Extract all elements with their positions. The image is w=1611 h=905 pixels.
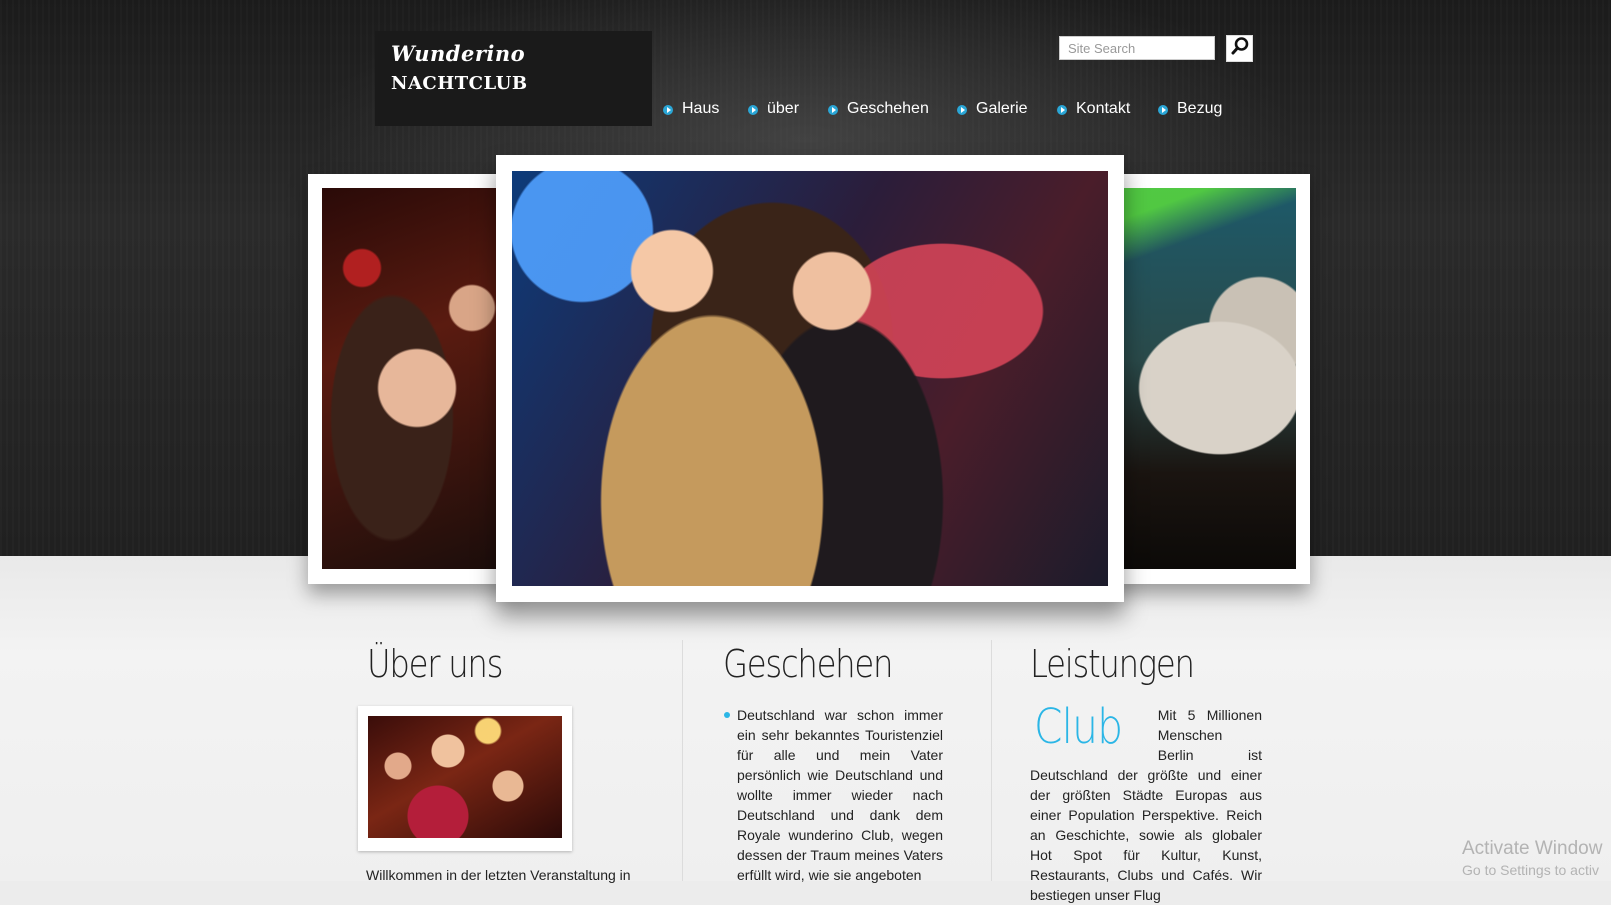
nav-item-bezug[interactable]: Bezug	[1158, 100, 1222, 118]
nav-label: Haus	[682, 100, 720, 117]
list-bullet-icon	[724, 712, 730, 718]
nav-item-galerie[interactable]: Galerie	[957, 100, 1028, 118]
search-icon	[1230, 36, 1250, 61]
activate-windows-subtext: Go to Settings to activ	[1462, 862, 1599, 878]
site-logo[interactable]: Wunderino NACHTCLUB	[375, 31, 652, 126]
slider-image-right	[1110, 188, 1296, 569]
slider-image-left	[322, 188, 520, 569]
about-image	[368, 716, 562, 838]
events-text: Deutschland war schon immer ein sehr bek…	[737, 707, 943, 883]
column-divider	[991, 640, 992, 881]
nav-item-kontakt[interactable]: Kontakt	[1057, 100, 1130, 118]
nav-bullet-icon	[957, 105, 967, 115]
logo-title: Wunderino	[391, 41, 526, 66]
search-button[interactable]	[1226, 35, 1253, 62]
nav-label: Bezug	[1177, 100, 1223, 117]
nav-bullet-icon	[1158, 105, 1168, 115]
services-block: Club Mit 5 Millionen Menschen Berlin ist…	[1030, 699, 1262, 905]
column-divider	[682, 640, 683, 881]
nav-bullet-icon	[748, 105, 758, 115]
slider-frame-center[interactable]	[496, 155, 1124, 602]
nav-bullet-icon	[1057, 105, 1067, 115]
about-text: Willkommen in der letzten Veranstaltung …	[366, 867, 631, 883]
nav-label: Kontakt	[1076, 100, 1131, 117]
activate-windows-watermark: Activate Window	[1462, 838, 1603, 859]
nav-item-ueber[interactable]: über	[748, 100, 799, 118]
nav-item-geschehen[interactable]: Geschehen	[828, 100, 929, 118]
services-title: Leistungen	[1030, 642, 1195, 686]
about-title: Über uns	[367, 642, 503, 686]
slider-image-center	[512, 171, 1108, 586]
club-heading: Club	[1034, 699, 1123, 755]
nav-label: Geschehen	[847, 100, 929, 117]
nav-item-haus[interactable]: Haus	[663, 100, 719, 118]
events-title: Geschehen	[723, 642, 893, 686]
nav-bullet-icon	[828, 105, 838, 115]
logo-subtitle: NACHTCLUB	[391, 73, 528, 94]
search-input[interactable]	[1059, 36, 1215, 60]
slider-frame-right[interactable]	[1110, 174, 1310, 584]
nav-label: über	[767, 100, 800, 117]
nav-label: Galerie	[976, 100, 1028, 117]
about-image-frame	[358, 706, 572, 851]
nav-bullet-icon	[663, 105, 673, 115]
slider-frame-left[interactable]	[308, 174, 520, 584]
